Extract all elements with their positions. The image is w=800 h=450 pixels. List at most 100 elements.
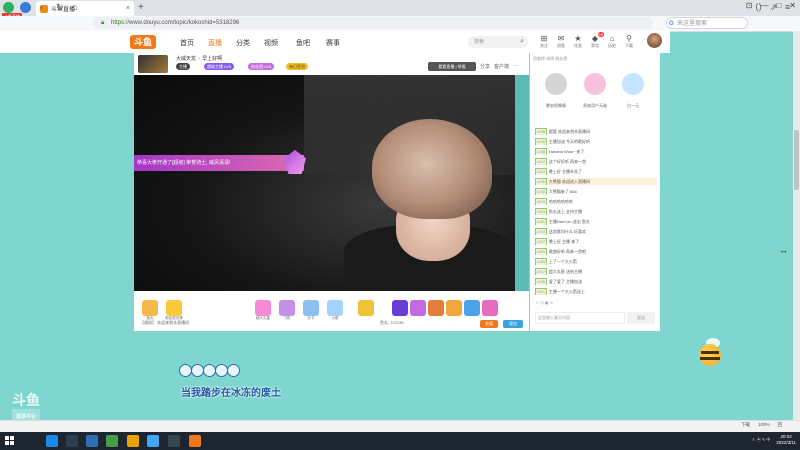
nav-category[interactable]: 分类: [236, 38, 250, 48]
chat-message[interactable]: LV28 超管 欢迎来到本直播间: [535, 128, 657, 135]
taskbar: [0, 432, 800, 450]
chat-message[interactable]: LV22 晚上好 主播辛苦了: [535, 168, 657, 175]
search-icon[interactable]: ⌕: [520, 36, 524, 48]
chat-message[interactable]: LV18 主播加油 今天的歌好听: [535, 138, 657, 145]
gift-item[interactable]: [303, 300, 319, 316]
gift-item[interactable]: [166, 300, 182, 316]
windows-start-icon[interactable]: [5, 436, 15, 446]
history-button[interactable]: ⌂ 历史: [605, 34, 619, 49]
app-icon[interactable]: [106, 435, 118, 447]
chat-message[interactable]: LV16 大熊猫来了 666: [535, 188, 657, 195]
chat-tools[interactable]: ☺ ◎ ▣ ⊙: [535, 300, 553, 305]
rank-user-avatar[interactable]: [584, 73, 606, 95]
gift-item[interactable]: [428, 300, 444, 316]
streamer-avatar[interactable]: [138, 55, 168, 73]
chat-message[interactable]: LV21 主播一个大火箭送上: [535, 288, 657, 295]
chat-send-button[interactable]: 发送: [627, 312, 655, 324]
share-icon[interactable]: ⇗: [770, 2, 778, 13]
chat-message[interactable]: LV20 歌曲好听 再来一首吧: [535, 248, 657, 255]
video-player[interactable]: 恭喜大佬开通了[超级] 荣誉骑士, 威风凛凛!: [134, 75, 515, 291]
gift-item[interactable]: [482, 300, 498, 316]
tag-checkin[interactable]: 每日签到: [286, 63, 308, 70]
chat-message[interactable]: LV17 超大丸星 送给主播: [535, 268, 657, 275]
messages-button[interactable]: ✉ 消息: [554, 34, 568, 49]
status-download[interactable]: 下载: [741, 422, 750, 428]
charge-button[interactable]: 充值: [480, 320, 498, 328]
backpack-button[interactable]: ◆ 背包 99: [588, 32, 604, 49]
refresh-icon[interactable]: ↻: [56, 2, 64, 13]
status-extra[interactable]: 回: [778, 422, 783, 428]
tab-close-icon[interactable]: ×: [126, 5, 130, 12]
user-level-badge: LV28: [535, 128, 547, 135]
extensions-icon[interactable]: ⟨⟩: [755, 2, 762, 13]
chat-message[interactable]: LV24 鱼丸送上 支持主播: [535, 208, 657, 215]
page-scrollbar[interactable]: [793, 31, 800, 432]
douyu-logo[interactable]: 斗鱼: [130, 35, 157, 49]
scrollbar-thumb[interactable]: [794, 130, 799, 190]
chat-message[interactable]: LV36 Hahaha Wow~ 来了: [535, 148, 657, 155]
gift-item[interactable]: [279, 300, 295, 316]
chat-message[interactable]: LV27 晚上好 主播 来了: [535, 238, 657, 245]
tasks-button[interactable]: ★ 任务: [571, 34, 585, 49]
nav-live[interactable]: 直播: [208, 38, 222, 48]
home-icon[interactable]: ⌂: [72, 2, 77, 12]
share-button[interactable]: 分享: [480, 63, 490, 70]
backpack-gift-button[interactable]: 背包: [503, 320, 523, 328]
gift-item[interactable]: [464, 300, 480, 316]
bee-mascot-icon[interactable]: [696, 338, 724, 368]
status-zoom[interactable]: 100%: [758, 422, 770, 428]
nav-yuba[interactable]: 鱼吧: [296, 38, 310, 48]
gift-item[interactable]: [410, 300, 426, 316]
browser-menu-icon[interactable]: [20, 2, 31, 13]
rank-user-avatar[interactable]: [545, 73, 567, 95]
download-button[interactable]: ⚲ 下载: [622, 34, 636, 49]
follow-button[interactable]: ⊞ 关注: [537, 34, 551, 49]
window-pin-button[interactable]: ⊡: [746, 1, 753, 10]
gift-item[interactable]: [446, 300, 462, 316]
chat-message[interactable]: LV31 主播DanCao 送出 鱼丸: [535, 218, 657, 225]
mail-icon: ✉: [557, 34, 565, 43]
browser-menu-button[interactable]: ≡: [785, 2, 790, 12]
nav-video[interactable]: 视频: [264, 38, 278, 48]
app-icon[interactable]: [86, 435, 98, 447]
nav-events[interactable]: 赛事: [326, 38, 340, 48]
new-tab-button[interactable]: +: [138, 2, 144, 13]
douyu-app-icon[interactable]: [189, 435, 201, 447]
app-icon[interactable]: [168, 435, 180, 447]
gift-item[interactable]: [255, 300, 271, 316]
tag-super[interactable]: 超级主播 LV9: [204, 63, 234, 70]
report-button[interactable]: 看看直播 | 举报: [428, 62, 476, 71]
nav-home[interactable]: 首页: [180, 38, 194, 48]
rank-tabs[interactable]: 贡献榜 周榜 粉丝榜: [533, 56, 567, 62]
avatar[interactable]: [647, 33, 662, 48]
window-close-button[interactable]: ✕: [789, 1, 796, 10]
chat-message[interactable]: LV33 上了一个大火箭: [535, 258, 657, 265]
more-button[interactable]: ···: [514, 63, 519, 69]
gift-item[interactable]: [358, 300, 374, 316]
app-icon[interactable]: [147, 435, 159, 447]
edge-icon[interactable]: [46, 435, 58, 447]
gift-item[interactable]: [142, 300, 158, 316]
chat-message[interactable]: LV12 这个好好听 再来一首: [535, 158, 657, 165]
browser-search-input[interactable]: 来这里搜索: [666, 17, 748, 30]
clock[interactable]: 20:02 2022/3/11: [776, 434, 796, 446]
site-search-input[interactable]: 搜索 ⌕: [468, 36, 528, 48]
back-button[interactable]: ‹: [40, 2, 43, 12]
chat-message[interactable]: LV14 这首歌叫什么 好喜欢: [535, 228, 657, 235]
app-icon[interactable]: [127, 435, 139, 447]
browser-logo-icon[interactable]: [3, 2, 14, 13]
url-input[interactable]: 🔒︎ https://www.douyu.com/topic/kokoshid=…: [93, 17, 653, 29]
chat-message[interactable]: LV19 哈哈哈哈哈哈: [535, 198, 657, 205]
gift-item[interactable]: [327, 300, 343, 316]
gift-item[interactable]: [392, 300, 408, 316]
client-button[interactable]: 客户端: [494, 63, 509, 70]
tray-icons[interactable]: ∧ ▣ ✎ 中: [752, 437, 771, 443]
browser-tab[interactable]: 斗鱼直播 ×: [36, 1, 134, 16]
noble-banner: 恭喜大佬开通了[超级] 荣誉骑士, 威风凛凛!: [134, 155, 304, 171]
chat-message[interactable]: LV30 大熊猫 欢迎进入直播间: [535, 178, 657, 185]
chat-message[interactable]: LV25 爱了爱了 主播加油: [535, 278, 657, 285]
rank-user-avatar[interactable]: [622, 73, 644, 95]
tag-fans[interactable]: 粉丝团 LV8: [248, 63, 274, 70]
steam-icon[interactable]: [66, 435, 78, 447]
chat-input[interactable]: 这里输入聊天内容: [535, 312, 625, 324]
